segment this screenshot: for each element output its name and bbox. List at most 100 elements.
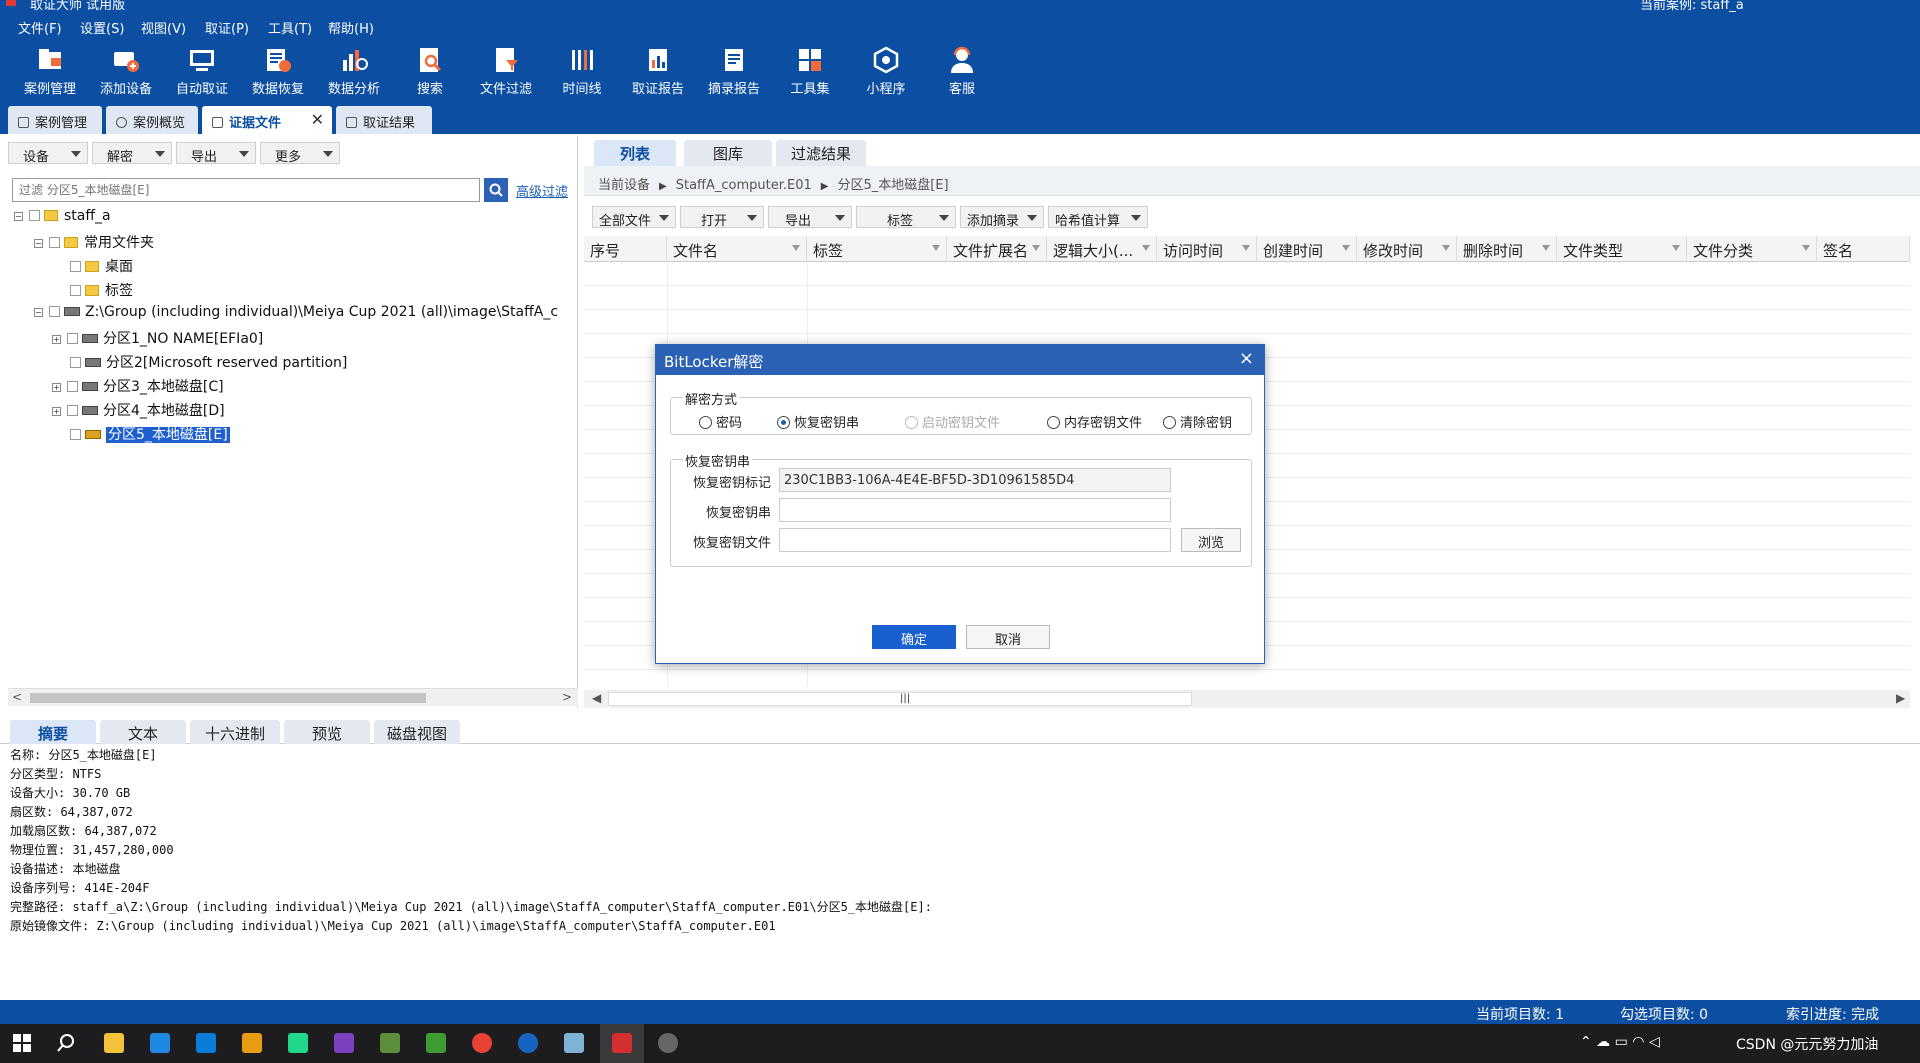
radio-button[interactable] [777, 416, 790, 429]
add-device-button[interactable]: 添加设备 [88, 44, 164, 100]
menu-file[interactable]: 文件(F) [18, 18, 62, 37]
expand-icon[interactable]: + [52, 335, 61, 344]
column-header-file-category[interactable]: 文件分类 [1687, 236, 1817, 262]
tab-gallery[interactable]: 图库 [684, 140, 772, 166]
export-dropdown[interactable]: 导出 [176, 142, 256, 165]
advanced-filter-link[interactable]: 高级过滤 [516, 181, 568, 200]
app-icon[interactable] [196, 1033, 216, 1053]
case-manage-button[interactable]: 案例管理 [12, 44, 88, 100]
menu-view[interactable]: 视图(V) [141, 18, 186, 37]
tab-case-manage[interactable]: 案例管理 [8, 106, 102, 134]
ok-button[interactable]: 确定 [872, 625, 956, 649]
scroll-left-icon[interactable]: < [12, 690, 22, 704]
filter-icon[interactable] [1672, 245, 1680, 251]
menu-tools[interactable]: 工具(T) [268, 18, 312, 37]
table-row[interactable] [584, 286, 1910, 310]
toolkit-button[interactable]: 工具集 [772, 44, 848, 100]
tree-node-common-folders[interactable]: − 常用文件夹 [34, 232, 154, 254]
tab-hex[interactable]: 十六进制 [190, 720, 280, 744]
app-icon[interactable] [564, 1033, 584, 1053]
method-memory-key-radio[interactable]: 内存密钥文件 [1047, 412, 1142, 431]
scrollbar-thumb[interactable] [30, 693, 426, 703]
column-header-extension[interactable]: 文件扩展名 [947, 236, 1047, 262]
tag-dropdown[interactable]: 标签 [856, 206, 956, 229]
recovery-key-file-input[interactable] [779, 528, 1171, 552]
breadcrumb-item[interactable]: StaffA_computer.E01 [676, 178, 812, 193]
add-excerpt-dropdown[interactable]: 添加摘录 [960, 206, 1044, 229]
close-icon[interactable]: × [1239, 348, 1254, 369]
column-header-file-type[interactable]: 文件类型 [1557, 236, 1687, 262]
tree-node-image-file[interactable]: − Z:\Group (including individual)\Meiya C… [34, 304, 558, 326]
expand-icon[interactable]: + [52, 383, 61, 392]
scroll-right-icon[interactable]: ▶ [1896, 691, 1905, 705]
device-dropdown[interactable]: 设备 [8, 142, 88, 165]
scroll-right-icon[interactable]: > [562, 690, 572, 704]
table-row[interactable] [584, 310, 1910, 334]
tab-list[interactable]: 列表 [594, 140, 676, 166]
hash-calc-dropdown[interactable]: 哈希值计算 [1048, 206, 1148, 229]
support-button[interactable]: 客服 [924, 44, 1000, 100]
filter-icon[interactable] [1802, 245, 1810, 251]
windows-start-icon[interactable] [12, 1033, 32, 1053]
column-header-create-time[interactable]: 创建时间 [1257, 236, 1357, 262]
auto-forensic-button[interactable]: 自动取证 [164, 44, 240, 100]
table-row[interactable] [584, 262, 1910, 286]
tree-node-partition-4[interactable]: + 分区4_本地磁盘[D] [52, 400, 225, 422]
onenote-icon[interactable] [334, 1033, 354, 1053]
tree-horizontal-scrollbar[interactable]: < > [8, 688, 578, 706]
method-password-radio[interactable]: 密码 [699, 412, 742, 431]
tree-checkbox[interactable] [49, 237, 60, 248]
column-header-logical-size[interactable]: 逻辑大小(... [1047, 236, 1157, 262]
table-horizontal-scrollbar[interactable]: ◀ ||| ▶ [584, 690, 1910, 708]
tab-forensic-results[interactable]: 取证结果 [336, 106, 432, 134]
method-clear-key-radio[interactable]: 清除密钥 [1163, 412, 1232, 431]
tree-node-tags[interactable]: 标签 [66, 280, 133, 302]
data-analysis-button[interactable]: 数据分析 [316, 44, 392, 100]
scroll-left-icon[interactable]: ◀ [592, 691, 601, 705]
filter-icon[interactable] [1032, 245, 1040, 251]
decrypt-dropdown[interactable]: 解密 [92, 142, 172, 165]
radio-button[interactable] [699, 416, 712, 429]
menu-settings[interactable]: 设置(S) [80, 18, 124, 37]
system-tray-icons[interactable]: ⌃ ☁ ▭ ◠ ◁ [1580, 1034, 1660, 1050]
tree-node-case[interactable]: − staff_a [14, 208, 111, 230]
chrome-icon[interactable] [472, 1033, 492, 1053]
filter-icon[interactable] [932, 245, 940, 251]
column-header-tag[interactable]: 标签 [807, 236, 947, 262]
all-files-dropdown[interactable]: 全部文件 [592, 206, 676, 229]
tree-node-partition-1[interactable]: + 分区1_NO NAME[EFIa0] [52, 328, 263, 350]
timeline-button[interactable]: 时间线 [544, 44, 620, 100]
filter-icon[interactable] [792, 245, 800, 251]
radio-button[interactable] [1047, 416, 1060, 429]
tree-checkbox[interactable] [29, 210, 40, 221]
column-header-filename[interactable]: 文件名 [667, 236, 807, 262]
filter-icon[interactable] [1142, 245, 1150, 251]
app-icon[interactable] [658, 1033, 678, 1053]
pycharm-icon[interactable] [288, 1033, 308, 1053]
browse-button[interactable]: 浏览 [1181, 528, 1241, 552]
vscode-icon[interactable] [150, 1033, 170, 1053]
open-dropdown[interactable]: 打开 [680, 206, 764, 229]
export-dropdown[interactable]: 导出 [768, 206, 852, 229]
column-header-index[interactable]: 序号 [584, 236, 667, 262]
menu-forensic[interactable]: 取证(P) [205, 18, 249, 37]
tab-disk-view[interactable]: 磁盘视图 [374, 720, 460, 744]
collapse-icon[interactable]: − [14, 212, 23, 221]
tree-checkbox[interactable] [70, 261, 81, 272]
tab-summary[interactable]: 摘要 [10, 720, 96, 744]
excerpt-report-button[interactable]: 摘录报告 [696, 44, 772, 100]
tab-case-overview[interactable]: 案例概览 [106, 106, 198, 134]
tree-node-partition-5[interactable]: 分区5_本地磁盘[E] [66, 424, 230, 446]
report-button[interactable]: 取证报告 [620, 44, 696, 100]
tree-checkbox[interactable] [49, 306, 60, 317]
file-filter-button[interactable]: 文件过滤 [468, 44, 544, 100]
menu-help[interactable]: 帮助(H) [328, 18, 374, 37]
collapse-icon[interactable]: − [34, 308, 43, 317]
search-icon[interactable] [56, 1033, 76, 1053]
tree-checkbox[interactable] [67, 381, 78, 392]
collapse-icon[interactable]: − [34, 239, 43, 248]
tab-preview[interactable]: 预览 [284, 720, 370, 744]
radio-button[interactable] [1163, 416, 1176, 429]
breadcrumb-item[interactable]: 分区5_本地磁盘[E] [837, 178, 948, 193]
tab-evidence-files[interactable]: 证据文件 ✕ [202, 106, 332, 134]
